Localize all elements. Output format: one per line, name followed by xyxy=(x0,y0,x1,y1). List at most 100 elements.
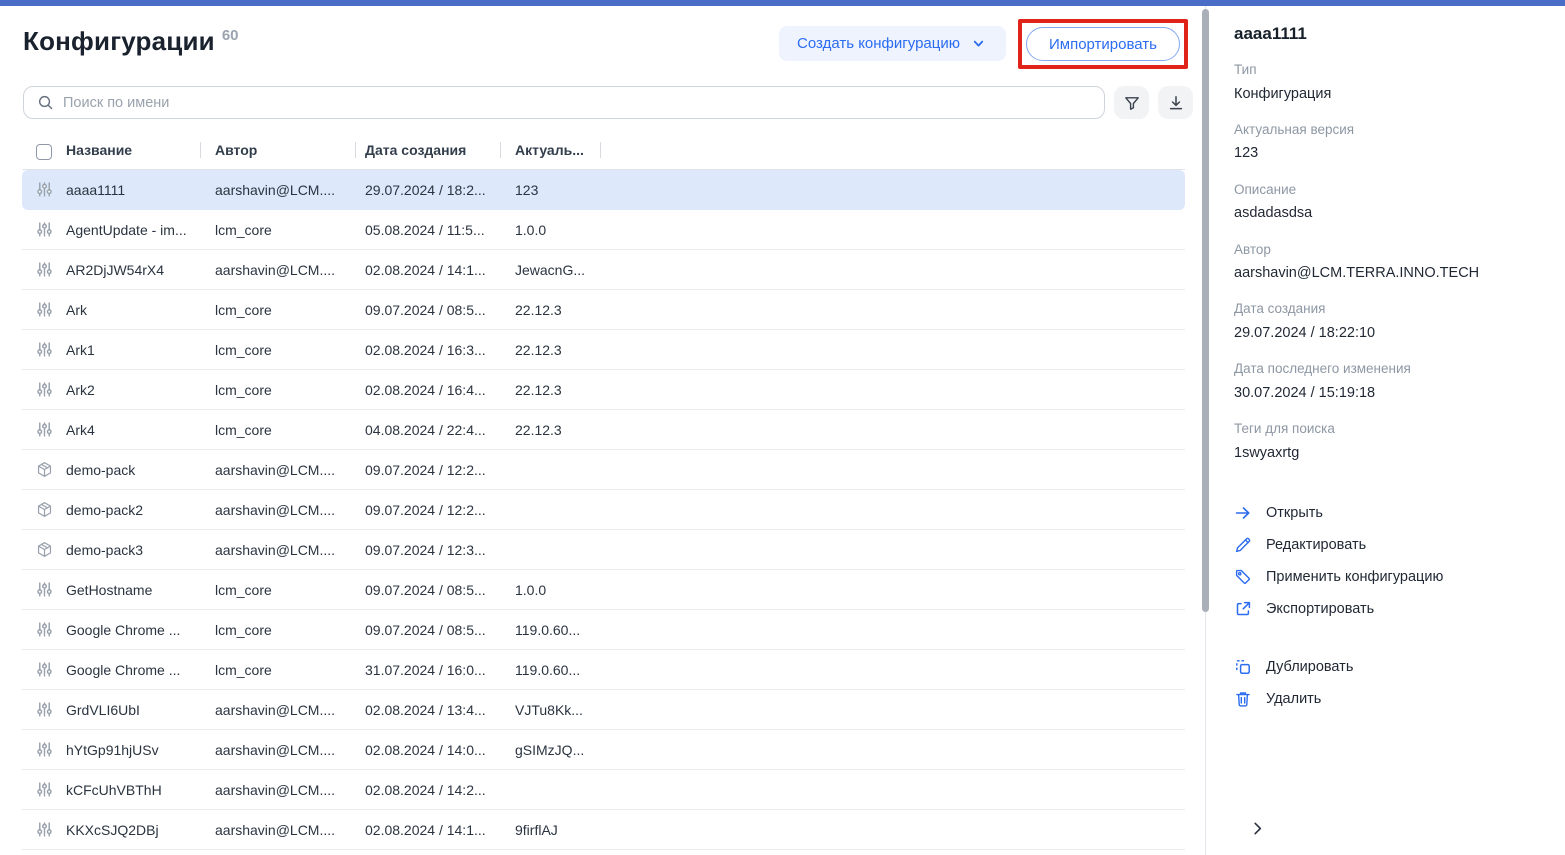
action-item[interactable]: Дублировать xyxy=(1234,651,1545,683)
sliders-icon xyxy=(22,821,66,838)
table-row[interactable]: hYtGp91hjUSv aarshavin@LCM.... 02.08.202… xyxy=(22,730,1185,770)
config-author: aarshavin@LCM.... xyxy=(215,742,365,758)
config-created-date: 09.07.2024 / 12:3... xyxy=(365,542,515,558)
column-divider xyxy=(200,142,201,158)
trash-icon xyxy=(1234,690,1252,708)
table-row[interactable]: Ark lcm_core 09.07.2024 / 08:5... 22.12.… xyxy=(22,290,1185,330)
config-name: Ark xyxy=(66,302,215,318)
config-created-date: 02.08.2024 / 16:4... xyxy=(365,382,515,398)
detail-field: Тип Конфигурация xyxy=(1234,60,1545,104)
detail-field-label: Теги для поиска xyxy=(1234,419,1545,439)
detail-field-label: Актуальная версия xyxy=(1234,120,1545,140)
toolbar: Создать конфигурацию Импортировать xyxy=(779,19,1188,69)
config-author: lcm_core xyxy=(215,342,365,358)
sliders-icon xyxy=(22,661,66,678)
config-name: demo-pack xyxy=(66,462,215,478)
details-actions-secondary: Дублировать Удалить xyxy=(1234,651,1545,715)
config-version: 1.0.0 xyxy=(515,582,1185,598)
config-name: GrdVLI6UbI xyxy=(66,702,215,718)
download-button[interactable] xyxy=(1158,86,1193,119)
action-item[interactable]: Открыть xyxy=(1234,497,1545,529)
chevron-right-icon xyxy=(1248,819,1266,837)
config-created-date: 05.08.2024 / 11:5... xyxy=(365,222,515,238)
config-created-date: 09.07.2024 / 08:5... xyxy=(365,582,515,598)
config-created-date: 02.08.2024 / 13:4... xyxy=(365,702,515,718)
config-name: Ark4 xyxy=(66,422,215,438)
config-created-date: 02.08.2024 / 14:1... xyxy=(365,262,515,278)
config-version: 22.12.3 xyxy=(515,302,1185,318)
action-item[interactable]: Применить конфигурацию xyxy=(1234,561,1545,593)
config-version: JewacnG... xyxy=(515,262,1185,278)
config-created-date: 09.07.2024 / 12:2... xyxy=(365,462,515,478)
table-row[interactable]: demo-pack3 aarshavin@LCM.... 09.07.2024 … xyxy=(22,530,1185,570)
import-button[interactable]: Импортировать xyxy=(1026,27,1180,61)
action-item[interactable]: Редактировать xyxy=(1234,529,1545,561)
table-row[interactable]: GetHostname lcm_core 09.07.2024 / 08:5..… xyxy=(22,570,1185,610)
table-row[interactable]: Google Chrome ... lcm_core 09.07.2024 / … xyxy=(22,610,1185,650)
config-author: lcm_core xyxy=(215,582,365,598)
arrow-right-icon xyxy=(1234,504,1252,522)
action-label: Дублировать xyxy=(1266,659,1353,675)
config-author: lcm_core xyxy=(215,382,365,398)
duplicate-icon xyxy=(1234,658,1252,676)
detail-field-value: 29.07.2024 / 18:22:10 xyxy=(1234,323,1545,343)
scrollbar-thumb[interactable] xyxy=(1202,9,1209,612)
action-label: Экспортировать xyxy=(1266,601,1374,617)
select-all-checkbox[interactable] xyxy=(36,144,52,160)
table-row[interactable]: AR2DjJW54rX4 aarshavin@LCM.... 02.08.202… xyxy=(22,250,1185,290)
action-item[interactable]: Экспортировать xyxy=(1234,593,1545,625)
create-configuration-button[interactable]: Создать конфигурацию xyxy=(779,26,1006,61)
table-row[interactable]: aaaa1111 aarshavin@LCM.... 29.07.2024 / … xyxy=(22,170,1185,210)
config-name: GetHostname xyxy=(66,582,215,598)
table-body: aaaa1111 aarshavin@LCM.... 29.07.2024 / … xyxy=(22,170,1185,850)
table-row[interactable]: kCFcUhVBThH aarshavin@LCM.... 02.08.2024… xyxy=(22,770,1185,810)
config-name: KKXcSJQ2DBj xyxy=(66,822,215,838)
detail-field-value: 1swyaxrtg xyxy=(1234,443,1545,463)
table-row[interactable]: demo-pack2 aarshavin@LCM.... 09.07.2024 … xyxy=(22,490,1185,530)
search-input[interactable] xyxy=(63,95,1092,111)
action-item[interactable]: Удалить xyxy=(1234,683,1545,715)
column-divider xyxy=(600,142,601,158)
config-version: 22.12.3 xyxy=(515,382,1185,398)
config-name: aaaa1111 xyxy=(66,182,215,198)
config-created-date: 09.07.2024 / 12:2... xyxy=(365,502,515,518)
config-author: lcm_core xyxy=(215,222,365,238)
filter-button[interactable] xyxy=(1114,86,1149,119)
table-row[interactable]: Ark4 lcm_core 04.08.2024 / 22:4... 22.12… xyxy=(22,410,1185,450)
detail-field: Дата создания 29.07.2024 / 18:22:10 xyxy=(1234,299,1545,343)
page-header: Конфигурации60 xyxy=(23,26,239,57)
action-label: Применить конфигурацию xyxy=(1266,569,1443,585)
column-divider xyxy=(355,142,356,158)
table-row[interactable]: Google Chrome ... lcm_core 31.07.2024 / … xyxy=(22,650,1185,690)
column-header-created: Дата создания xyxy=(365,142,466,158)
annotation-highlight-box: Импортировать xyxy=(1018,19,1188,69)
details-actions-primary: Открыть Редактировать Применить конфигур… xyxy=(1234,497,1545,625)
column-header-version: Актуаль... xyxy=(515,142,584,158)
sliders-icon xyxy=(22,621,66,638)
search-box xyxy=(23,86,1105,119)
config-version: 9firflAJ xyxy=(515,822,1185,838)
sliders-icon xyxy=(22,261,66,278)
table-row[interactable]: Ark2 lcm_core 02.08.2024 / 16:4... 22.12… xyxy=(22,370,1185,410)
config-name: demo-pack2 xyxy=(66,502,215,518)
sliders-icon xyxy=(22,701,66,718)
detail-field-value: aarshavin@LCM.TERRA.INNO.TECH xyxy=(1234,263,1545,283)
table-row[interactable]: demo-pack aarshavin@LCM.... 09.07.2024 /… xyxy=(22,450,1185,490)
config-name: Ark2 xyxy=(66,382,215,398)
table-row[interactable]: Ark1 lcm_core 02.08.2024 / 16:3... 22.12… xyxy=(22,330,1185,370)
table-row[interactable]: KKXcSJQ2DBj aarshavin@LCM.... 02.08.2024… xyxy=(22,810,1185,850)
search-row xyxy=(23,86,1193,119)
sliders-icon xyxy=(22,581,66,598)
config-name: Google Chrome ... xyxy=(66,622,215,638)
config-created-date: 04.08.2024 / 22:4... xyxy=(365,422,515,438)
config-version: 119.0.60... xyxy=(515,622,1185,638)
table-row[interactable]: AgentUpdate - im... lcm_core 05.08.2024 … xyxy=(22,210,1185,250)
detail-field-label: Автор xyxy=(1234,240,1545,260)
table-row[interactable]: GrdVLI6UbI aarshavin@LCM.... 02.08.2024 … xyxy=(22,690,1185,730)
collapse-panel-button[interactable] xyxy=(1246,817,1268,839)
page-title: Конфигурации xyxy=(23,26,215,56)
config-version: 22.12.3 xyxy=(515,342,1185,358)
detail-field: Автор aarshavin@LCM.TERRA.INNO.TECH xyxy=(1234,240,1545,284)
detail-field-value: 30.07.2024 / 15:19:18 xyxy=(1234,383,1545,403)
config-author: lcm_core xyxy=(215,302,365,318)
